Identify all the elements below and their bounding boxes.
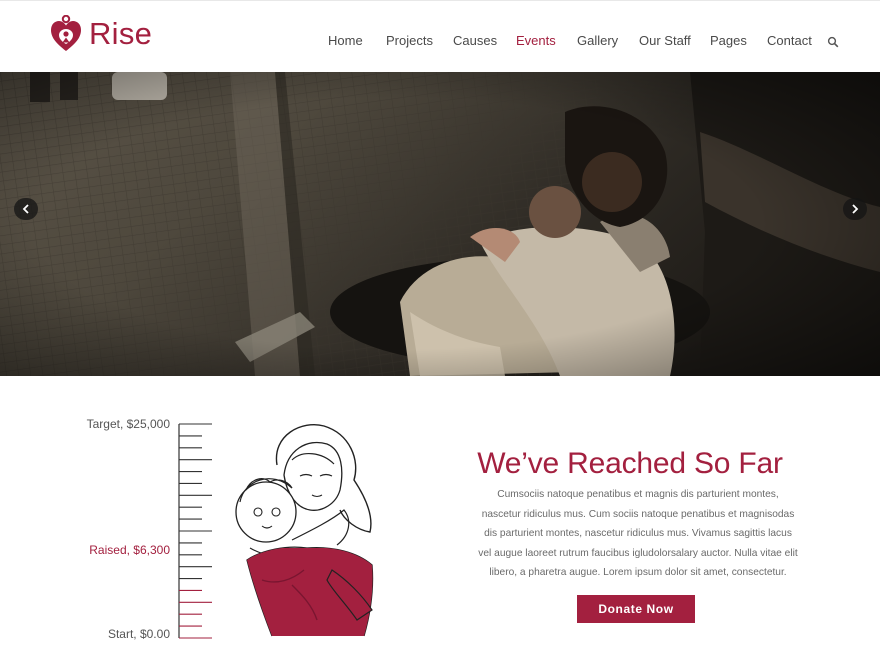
nav-item-home[interactable]: Home (328, 31, 363, 51)
nav-item-causes[interactable]: Causes (453, 31, 497, 51)
nav-item-projects[interactable]: Projects (386, 31, 433, 51)
nav-item-contact[interactable]: Contact (767, 31, 812, 51)
site-header: Rise Home Projects Causes Events Gallery… (0, 0, 880, 72)
heart-figure-logo-icon (51, 15, 81, 51)
nav-item-gallery[interactable]: Gallery (577, 31, 618, 51)
chevron-left-icon (22, 204, 29, 214)
brand-name: Rise (89, 16, 153, 51)
mother-child-illustration (235, 424, 374, 637)
hero-photo (0, 72, 880, 376)
slider-next-button[interactable] (843, 198, 867, 220)
progress-ruler (178, 423, 212, 639)
section-description: Cumsociis natoque penatibus et magnis di… (478, 489, 798, 579)
slider-prev-button[interactable] (14, 198, 38, 220)
chevron-right-icon (852, 204, 859, 214)
raised-label: Raised, $6,300 (89, 543, 170, 557)
section-headline: We’ve Reached So Far (477, 447, 783, 480)
nav-item-pages[interactable]: Pages (710, 31, 747, 51)
hero-slider (0, 72, 880, 376)
logo[interactable]: Rise (49, 14, 152, 54)
search-icon[interactable] (827, 35, 839, 48)
target-label: Target, $25,000 (86, 417, 170, 431)
nav-item-our-staff[interactable]: Our Staff (639, 31, 691, 51)
nav-item-events[interactable]: Events (516, 31, 556, 51)
start-label: Start, $0.00 (107, 627, 170, 641)
donate-now-button[interactable]: Donate Now (577, 595, 695, 623)
